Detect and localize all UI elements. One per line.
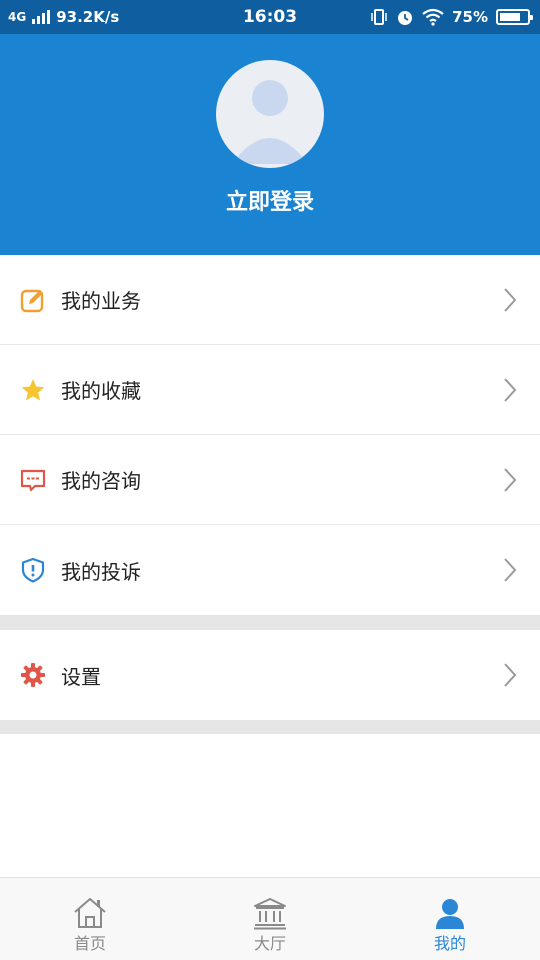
avatar[interactable] [216, 60, 324, 168]
chat-icon [20, 469, 46, 492]
chevron-right-icon [504, 288, 517, 312]
menu-item-label: 我的业务 [61, 289, 141, 313]
menu-list: 我的业务 我的收藏 我的咨询 我的投诉 设置 [0, 255, 540, 734]
profile-header: 立即登录 [0, 34, 540, 255]
menu-item-label: 我的咨询 [61, 469, 141, 493]
nav-item-mine[interactable]: 我的 [360, 878, 540, 960]
chevron-right-icon [504, 663, 517, 687]
status-right: 75% [370, 0, 533, 34]
gear-icon [21, 663, 45, 687]
nav-label: 大厅 [253, 934, 286, 953]
section-divider [0, 615, 540, 630]
menu-item-my-business[interactable]: 我的业务 [0, 255, 540, 345]
nav-label: 我的 [433, 934, 466, 953]
alarm-icon [398, 11, 413, 25]
network-speed: 93.2K/s [56, 8, 120, 26]
home-icon [74, 898, 106, 928]
signal-icon [32, 10, 51, 24]
menu-item-label: 设置 [61, 664, 101, 689]
status-left: 4G 93.2K/s [8, 0, 119, 34]
edit-icon [20, 289, 44, 313]
chevron-right-icon [504, 378, 517, 402]
nav-label: 首页 [73, 934, 106, 953]
user-icon [436, 899, 464, 929]
menu-item-my-favorites[interactable]: 我的收藏 [0, 345, 540, 435]
battery-percent: 75% [452, 8, 488, 26]
avatar-placeholder-icon [232, 80, 308, 164]
status-bar: 4G 93.2K/s 16:03 75% [0, 0, 540, 34]
login-link[interactable]: 立即登录 [0, 184, 540, 216]
chevron-right-icon [504, 558, 517, 582]
chevron-right-icon [504, 468, 517, 492]
network-type: 4G [8, 10, 27, 24]
vibrate-icon [371, 9, 387, 25]
nav-item-hall[interactable]: 大厅 [180, 878, 360, 960]
nav-item-home[interactable]: 首页 [0, 878, 180, 960]
battery-icon [496, 9, 533, 25]
menu-item-my-consultation[interactable]: 我的咨询 [0, 435, 540, 525]
hall-icon [254, 898, 286, 930]
menu-item-settings[interactable]: 设置 [0, 630, 540, 720]
menu-item-my-complaints[interactable]: 我的投诉 [0, 525, 540, 615]
star-icon [21, 379, 45, 401]
bottom-nav: 首页 大厅 我的 [0, 877, 540, 960]
section-divider [0, 720, 540, 734]
battery-level [500, 13, 520, 21]
menu-item-label: 我的收藏 [61, 379, 141, 403]
shield-alert-icon [21, 557, 45, 583]
menu-item-label: 我的投诉 [61, 559, 141, 584]
wifi-icon [422, 8, 444, 26]
